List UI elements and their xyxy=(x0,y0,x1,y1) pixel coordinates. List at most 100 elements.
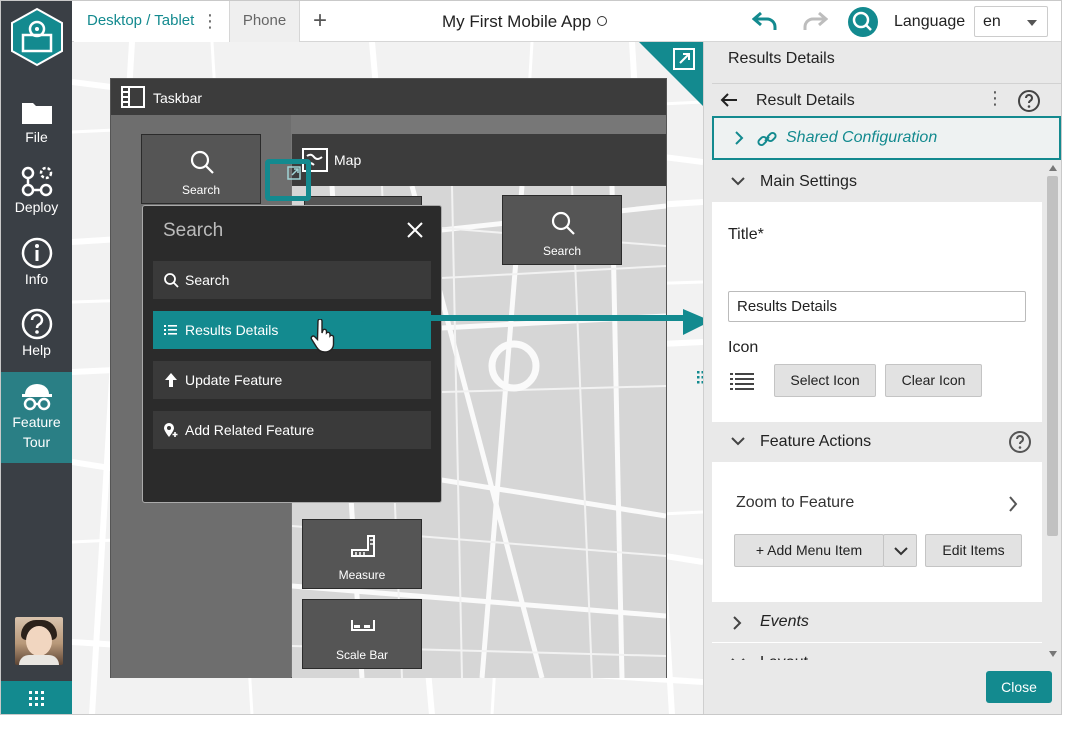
add-pin-icon xyxy=(164,423,178,437)
rail-item-label: File xyxy=(25,129,48,145)
upload-arrow-icon xyxy=(165,373,177,387)
rail-item-help[interactable]: Help xyxy=(1,308,72,378)
left-rail: File Deploy Info Help Feature Tour xyxy=(1,1,72,714)
link-icon xyxy=(757,131,777,147)
section-title: Main Settings xyxy=(760,173,857,190)
panel-scroll-content: Main Settings Title* Results Details Ico… xyxy=(712,162,1042,660)
shared-configuration-label: Shared Configuration xyxy=(786,129,938,146)
edit-items-button[interactable]: Edit Items xyxy=(925,534,1022,567)
tile-label: Search xyxy=(542,244,582,258)
add-menu-item-button[interactable]: + Add Menu Item xyxy=(734,534,884,567)
tile-label: Search xyxy=(181,183,221,197)
rail-item-info[interactable]: Info xyxy=(1,237,72,307)
app-window: File Deploy Info Help Feature Tour Deskt… xyxy=(0,0,1062,715)
help-icon[interactable] xyxy=(1008,430,1032,454)
add-menu-item-dropdown[interactable] xyxy=(883,534,917,567)
properties-panel: Results Details Result Details ⋮ Shared xyxy=(703,42,1061,714)
chevron-down-icon xyxy=(731,437,745,446)
app-title-text: My First Mobile App xyxy=(442,12,592,31)
close-icon[interactable] xyxy=(405,220,425,240)
section-title: Layout xyxy=(760,643,808,660)
map-search-tile[interactable]: Search xyxy=(502,195,622,265)
list-icon xyxy=(730,373,754,390)
grid-icon xyxy=(29,691,44,706)
redo-button[interactable] xyxy=(802,10,829,32)
connector-arrow-icon xyxy=(357,309,711,335)
map-title: Map xyxy=(334,152,362,168)
top-bar: Desktop / Tablet ⋮ Phone + My First Mobi… xyxy=(72,1,1061,42)
tab-desktop-tablet[interactable]: Desktop / Tablet ⋮ xyxy=(74,1,229,42)
shared-configuration-row[interactable]: Shared Configuration xyxy=(712,116,1061,160)
undo-icon xyxy=(751,11,777,30)
zoom-to-feature-row[interactable]: Zoom to Feature xyxy=(712,484,1042,524)
popup-item-label: Search xyxy=(185,272,230,288)
section-main-settings[interactable]: Main Settings xyxy=(712,162,1042,202)
tab-phone[interactable]: Phone xyxy=(229,1,300,42)
app-logo-icon xyxy=(9,7,65,67)
search-icon xyxy=(164,273,179,288)
rail-item-deploy[interactable]: Deploy xyxy=(1,165,72,235)
apps-launcher-button[interactable] xyxy=(1,681,72,714)
search-icon xyxy=(551,211,575,235)
language-label: Language xyxy=(894,13,966,30)
help-icon xyxy=(21,308,52,340)
popup-item-update-feature[interactable]: Update Feature xyxy=(153,361,431,399)
measure-tile[interactable]: Measure xyxy=(302,519,422,589)
deploy-icon xyxy=(21,166,52,197)
taskbar-icon xyxy=(121,86,145,108)
redo-icon xyxy=(803,11,829,30)
rail-item-feature-tour[interactable]: Feature Tour xyxy=(1,372,72,463)
scroll-up-icon[interactable] xyxy=(1049,165,1057,171)
close-button[interactable]: Close xyxy=(986,671,1052,703)
scrollbar-thumb[interactable] xyxy=(1047,176,1058,536)
more-vertical-icon[interactable]: ⋮ xyxy=(201,1,219,41)
taskbar-search-tile[interactable]: Search xyxy=(141,134,261,204)
design-canvas: Taskbar Search Map Search Measure Scale … xyxy=(72,42,703,714)
back-arrow-icon[interactable] xyxy=(720,92,738,108)
chevron-down-icon xyxy=(1027,20,1037,26)
select-icon-button[interactable]: Select Icon xyxy=(774,364,876,397)
tab-label: Phone xyxy=(242,12,287,29)
chevron-right-icon xyxy=(733,616,742,630)
hand-cursor-icon xyxy=(310,319,335,353)
chevron-right-icon xyxy=(1009,496,1018,512)
language-select[interactable]: en xyxy=(974,6,1048,37)
section-events[interactable]: Events xyxy=(712,602,1042,642)
help-icon[interactable] xyxy=(1017,89,1041,113)
popup-item-add-related-feature[interactable]: Add Related Feature xyxy=(153,411,431,449)
scale-bar-icon xyxy=(351,620,375,631)
panel-scrollbar[interactable] xyxy=(1045,162,1061,660)
open-external-icon[interactable] xyxy=(673,48,695,70)
scale-bar-tile[interactable]: Scale Bar xyxy=(302,599,422,669)
scroll-down-icon[interactable] xyxy=(1049,651,1057,657)
open-external-icon[interactable] xyxy=(287,166,301,180)
rail-item-file[interactable]: File xyxy=(1,97,72,167)
popup-search-placeholder[interactable]: Search xyxy=(163,220,223,242)
add-tab-button[interactable]: + xyxy=(308,1,332,42)
section-layout[interactable]: Layout xyxy=(712,643,1042,660)
zoom-to-feature-label: Zoom to Feature xyxy=(736,494,855,511)
title-input[interactable]: Results Details xyxy=(728,291,1026,322)
icon-label: Icon xyxy=(728,339,759,356)
rail-item-label-2: Tour xyxy=(22,434,51,450)
section-title: Feature Actions xyxy=(760,433,872,450)
panel-footer: Close xyxy=(712,660,1061,714)
panel-subtitle: Result Details xyxy=(756,92,855,109)
search-popup-menu: Search Search Results Details Update Fea… xyxy=(142,205,442,503)
info-icon xyxy=(21,237,52,269)
language-value: en xyxy=(983,13,1001,30)
popup-item-label: Update Feature xyxy=(185,372,283,388)
chevron-down-icon xyxy=(731,177,745,186)
clear-icon-button[interactable]: Clear Icon xyxy=(885,364,982,397)
rail-item-label: Info xyxy=(24,271,49,287)
popup-item-search[interactable]: Search xyxy=(153,261,431,299)
more-vertical-icon[interactable]: ⋮ xyxy=(986,88,1004,109)
feature-tour-icon xyxy=(21,384,52,411)
section-feature-actions[interactable]: Feature Actions xyxy=(712,422,1042,462)
undo-button[interactable] xyxy=(751,10,778,32)
global-search-button[interactable] xyxy=(848,7,878,37)
avatar[interactable] xyxy=(15,617,63,665)
map-header: Map xyxy=(292,134,666,186)
measure-icon xyxy=(351,535,375,557)
tile-label: Scale Bar xyxy=(335,648,389,662)
